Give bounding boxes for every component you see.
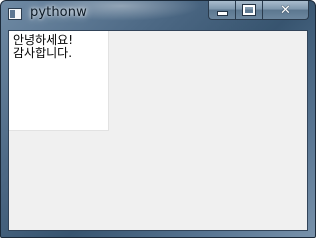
title-bar[interactable]: pythonw ✕ (1, 1, 315, 28)
caption-buttons: ✕ (208, 1, 309, 20)
python-window-icon[interactable] (8, 8, 22, 20)
client-area: 안녕하세요! 감사합니다. (8, 30, 308, 231)
maximize-icon (242, 4, 256, 16)
close-button[interactable]: ✕ (262, 1, 309, 20)
text-box[interactable]: 안녕하세요! 감사합니다. (9, 31, 109, 131)
text-line-thanks: 감사합니다. (13, 46, 73, 60)
minimize-icon (216, 10, 228, 16)
window-title: pythonw (30, 5, 87, 20)
app-window: pythonw ✕ 안녕하세요! 감사합니다. (0, 0, 316, 238)
maximize-button[interactable] (235, 1, 262, 20)
close-icon: ✕ (280, 2, 291, 18)
minimize-button[interactable] (208, 1, 235, 20)
